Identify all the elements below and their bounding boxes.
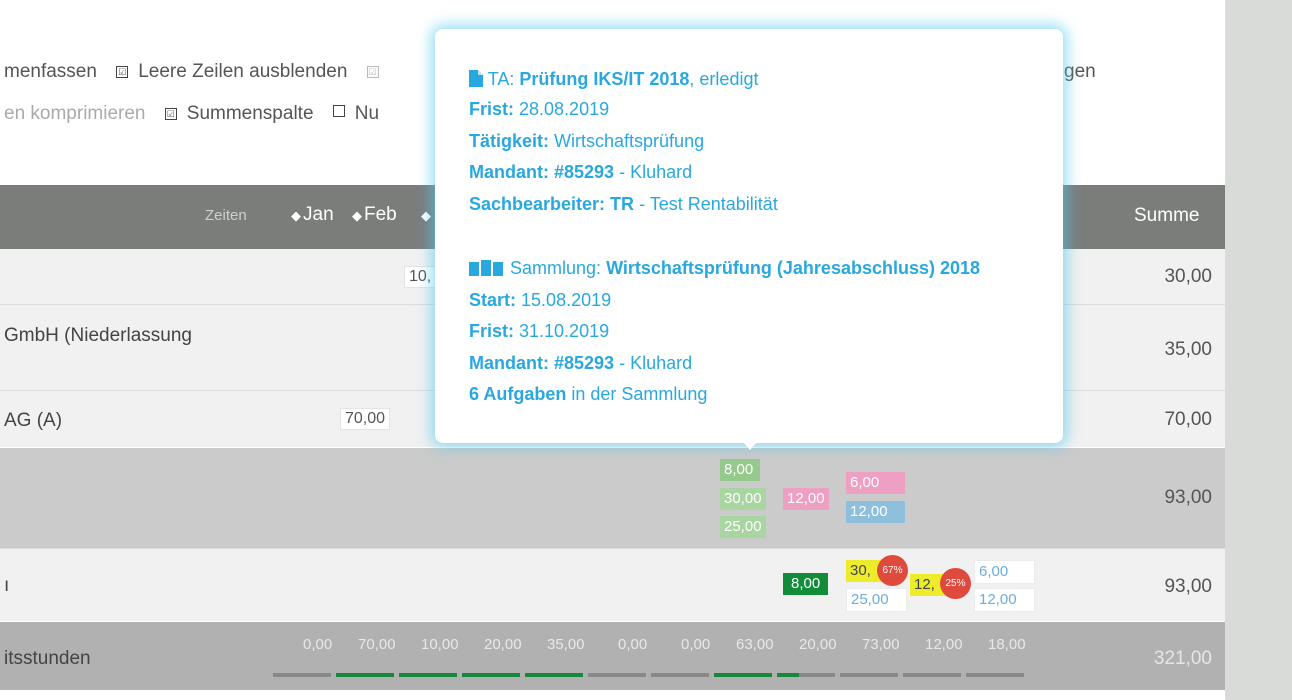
popover-collection-line: Sammlung: Wirtschaftsprüfung (Jahresabsc… (469, 258, 980, 279)
month-total: 0,00 (618, 636, 648, 653)
row-label: GmbH (Niederlassung (4, 325, 192, 346)
checkbox-nummern[interactable] (332, 105, 345, 117)
option-label-leere-zeilen[interactable]: Leere Zeilen ausblenden (138, 61, 347, 82)
header-jan[interactable]: ◆ Jan (291, 204, 334, 226)
table-row (0, 549, 1225, 621)
collection-icon (469, 260, 503, 276)
checkbox-leere-zeilen[interactable]: ☑ (116, 66, 129, 78)
progress-badge: 67% (877, 555, 908, 586)
task-tag[interactable]: 25,00 (846, 588, 907, 612)
task-tag[interactable]: 8,00 (720, 459, 760, 481)
month-progress-bar (903, 673, 961, 677)
popover-taetigkeit: Tätigkeit: Wirtschaftsprüfung (469, 131, 705, 151)
header-sort-partial[interactable]: ◆ (421, 204, 433, 226)
month-progress-fill (714, 673, 772, 677)
month-total: 63,00 (736, 636, 774, 653)
task-tag[interactable]: 12,00 (974, 588, 1035, 612)
task-tag[interactable]: 25,00 (720, 516, 766, 538)
option-label-truncated-right[interactable]: gen (1064, 61, 1096, 83)
month-total: 70,00 (358, 636, 396, 653)
month-total: 0,00 (681, 636, 711, 653)
sort-icon: ◆ (352, 208, 362, 223)
popover-arrow (744, 443, 756, 450)
sort-icon: ◆ (291, 208, 301, 223)
month-total: 10,00 (421, 636, 459, 653)
option-label-komprimieren[interactable]: en komprimieren (4, 103, 146, 124)
sort-icon: ◆ (421, 208, 431, 223)
popover-frist2: Frist: 31.10.2019 (469, 321, 610, 341)
row-sum: 70,00 (1164, 409, 1212, 430)
month-total: 20,00 (484, 636, 522, 653)
checkbox-summenspalte[interactable]: ☑ (164, 108, 177, 120)
row-sum: 93,00 (1164, 576, 1212, 597)
popover-task-name[interactable]: Prüfung IKS/IT 2018 (519, 69, 689, 89)
month-progress-bar (273, 673, 331, 677)
month-total: 12,00 (925, 636, 963, 653)
task-popover: TA: Prüfung IKS/IT 2018, erledigt Frist:… (435, 29, 1063, 443)
row-sum: 35,00 (1164, 339, 1212, 360)
popover-frist: Frist: 28.08.2019 (469, 99, 610, 119)
options-line-2: en komprimieren ☑ Summenspalte Nu (4, 103, 379, 125)
month-progress-bar (966, 673, 1024, 677)
row-sum: 93,00 (1164, 487, 1212, 508)
popover-start: Start: 15.08.2019 (469, 290, 612, 310)
month-total: 0,00 (303, 636, 333, 653)
header-summe: Summe (1134, 205, 1200, 226)
month-progress-fill (777, 673, 799, 677)
right-side-panel (1225, 0, 1292, 700)
popover-mandant: Mandant: #85293 - Kluhard (469, 162, 693, 182)
task-tag[interactable]: 12,00 (846, 501, 905, 523)
month-progress-fill (525, 673, 583, 677)
header-feb[interactable]: ◆ Feb (352, 204, 397, 226)
option-label-nummern[interactable]: Nu (355, 103, 379, 124)
task-tag[interactable]: 6,00 (846, 472, 905, 494)
task-tag[interactable]: 6,00 (974, 560, 1035, 584)
month-progress-fill (336, 673, 394, 677)
month-progress-fill (462, 673, 520, 677)
month-progress-fill (399, 673, 457, 677)
option-label-zusammenfassen[interactable]: menfassen (4, 61, 97, 82)
options-line-1: menfassen ☑ Leere Zeilen ausblenden ☑ (4, 61, 389, 83)
month-progress-bar (588, 673, 646, 677)
month-progress-bar (840, 673, 898, 677)
month-total: 18,00 (988, 636, 1026, 653)
popover-sachbearbeiter: Sachbearbeiter: TR - Test Rentabilität (469, 194, 778, 214)
header-zeiten: Zeiten (205, 207, 247, 224)
month-total: 20,00 (799, 636, 837, 653)
popover-collection-name[interactable]: Wirtschaftsprüfung (Jahresabschluss) 201… (606, 258, 980, 278)
month-total: 35,00 (547, 636, 585, 653)
task-tag[interactable]: 30,00 (720, 488, 766, 510)
checkbox-faded[interactable]: ☑ (366, 66, 379, 78)
time-cell[interactable]: 70,00 (340, 408, 391, 430)
row-sum: 30,00 (1164, 266, 1212, 287)
month-total: 73,00 (862, 636, 900, 653)
option-label-summenspalte[interactable]: Summenspalte (187, 103, 314, 124)
row-label: AG (A) (4, 410, 63, 431)
task-tag[interactable]: 12,00 (783, 488, 829, 510)
popover-task-line: TA: Prüfung IKS/IT 2018, erledigt (469, 69, 758, 90)
popover-count: 6 Aufgaben in der Sammlung (469, 384, 708, 404)
row-divider (0, 548, 1225, 549)
month-progress-bar (651, 673, 709, 677)
table-row (0, 448, 1225, 548)
task-tag[interactable]: 8,00 (783, 573, 829, 595)
document-icon (469, 70, 483, 87)
row-sum: 321,00 (1153, 648, 1212, 669)
progress-badge: 25% (940, 568, 971, 599)
row-label: ı (4, 575, 10, 596)
row-label: itsstunden (4, 648, 91, 669)
totals-row (0, 622, 1225, 690)
popover-mandant2: Mandant: #85293 - Kluhard (469, 353, 693, 373)
time-cell[interactable]: 10, (404, 266, 437, 288)
